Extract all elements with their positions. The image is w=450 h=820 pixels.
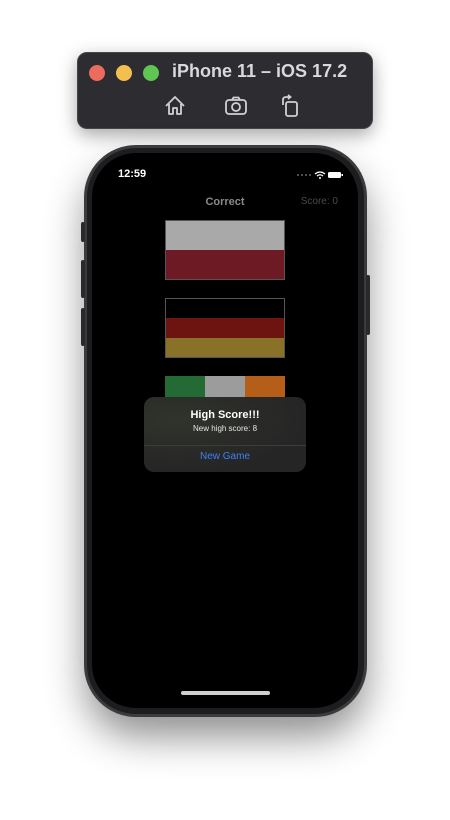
home-indicator[interactable]	[181, 691, 270, 695]
power-button	[366, 275, 370, 335]
phone-screen: 12:59 Correct Score: 0 High Score!!! New…	[92, 153, 358, 708]
status-icons	[297, 171, 343, 179]
flag-stripe	[166, 299, 284, 319]
flag-stripe	[166, 221, 284, 250]
volume-down-button	[81, 308, 85, 346]
flag-button-2[interactable]	[165, 298, 285, 358]
volume-up-button	[81, 260, 85, 298]
alert-message: New high score: 8	[192, 424, 258, 433]
status-time: 12:59	[118, 168, 147, 180]
screenshot-icon[interactable]	[223, 93, 249, 119]
flag-button-1[interactable]	[165, 220, 285, 280]
simulator-toolbar: iPhone 11 – iOS 17.2	[77, 52, 373, 129]
new-game-button[interactable]: New Game	[144, 446, 306, 472]
simulator-title: iPhone 11 – iOS 17.2	[172, 61, 348, 81]
score-label: Score: 0	[300, 196, 338, 207]
alert-title: High Score!!!	[190, 409, 260, 421]
close-window-button[interactable]	[89, 65, 105, 81]
flag-stripe	[166, 318, 284, 338]
zoom-window-button[interactable]	[143, 65, 159, 81]
flag-stripe	[166, 250, 284, 279]
high-score-alert: High Score!!! New high score: 8 New Game	[144, 397, 306, 472]
home-icon[interactable]	[162, 93, 188, 119]
mute-switch	[81, 222, 85, 242]
flag-stripe	[166, 337, 284, 357]
rotate-icon[interactable]	[278, 93, 304, 119]
minimize-window-button[interactable]	[116, 65, 132, 81]
